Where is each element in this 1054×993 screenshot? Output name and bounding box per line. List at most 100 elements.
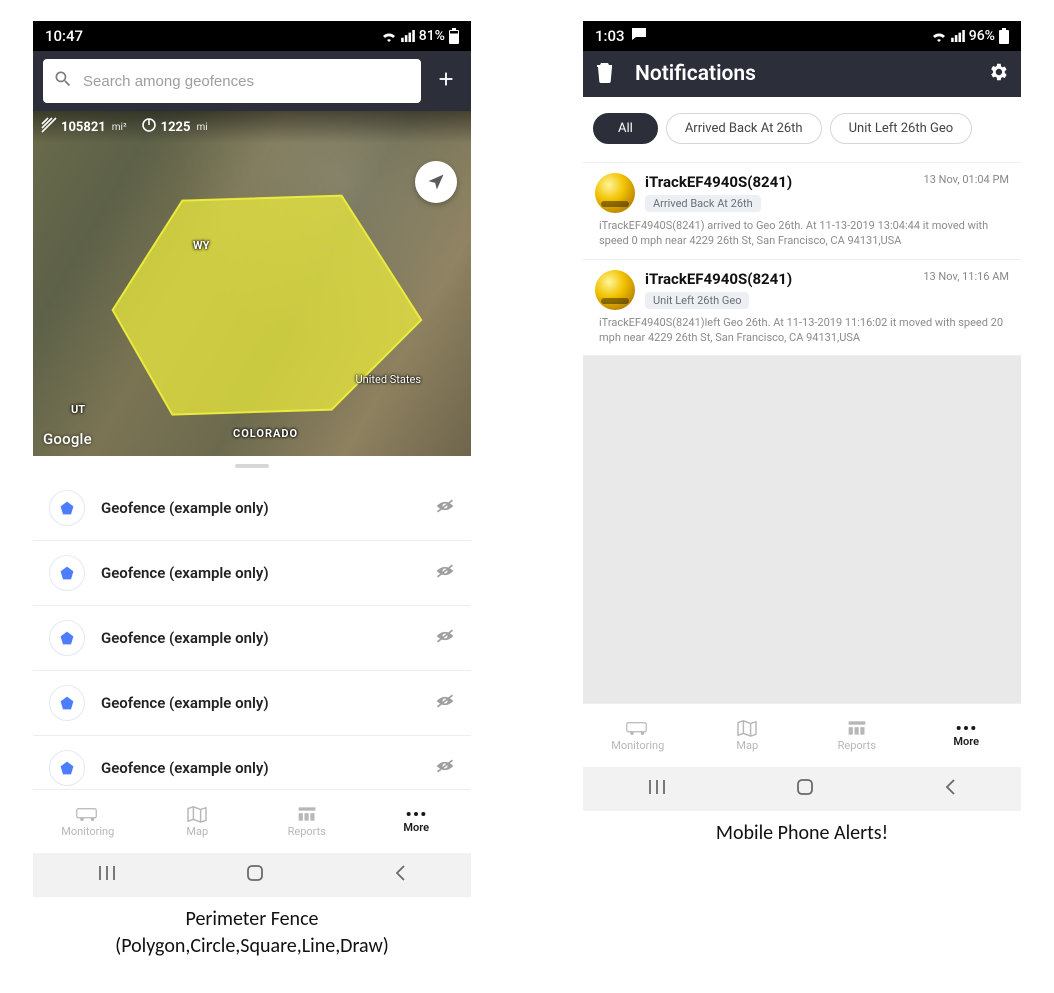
bottom-tabs: Monitoring Map Reports More [33, 789, 471, 853]
signal-icon [951, 30, 965, 42]
more-icon [405, 809, 427, 819]
page-title: Notifications [635, 62, 756, 86]
pentagon-icon [49, 555, 85, 591]
tab-monitoring-label: Monitoring [611, 739, 664, 752]
battery-text: 81% [419, 28, 445, 44]
map-icon [736, 719, 758, 737]
notifications-list[interactable]: iTrackEF4940S(8241) 13 Nov, 01:04 PM Arriv… [583, 163, 1021, 703]
visibility-off-icon[interactable] [435, 757, 455, 779]
tab-more-label: More [953, 735, 979, 748]
geofence-item[interactable]: Geofence (example only) [33, 541, 471, 606]
geofence-polygon [33, 111, 471, 454]
chip-all[interactable]: All [593, 113, 658, 144]
geofence-name: Geofence (example only) [101, 564, 269, 582]
my-location-button[interactable] [415, 161, 457, 203]
nav-recents[interactable] [97, 864, 117, 886]
tab-map-label: Map [186, 825, 208, 838]
tab-monitoring[interactable]: Monitoring [583, 704, 693, 767]
tab-reports[interactable]: Reports [252, 790, 362, 853]
geofence-name: Geofence (example only) [101, 759, 269, 777]
visibility-off-icon[interactable] [435, 692, 455, 714]
chip-arrived[interactable]: Arrived Back At 26th [666, 113, 822, 144]
visibility-off-icon[interactable] [435, 627, 455, 649]
phone-notifications: 1:03 96% Notifications [582, 20, 1022, 812]
nav-recents[interactable] [647, 778, 667, 800]
delete-button[interactable] [595, 61, 615, 87]
geofence-item[interactable]: Geofence (example only) [33, 606, 471, 671]
pentagon-icon [49, 685, 85, 721]
battery-icon [449, 28, 459, 44]
status-time: 1:03 [595, 27, 625, 45]
map-stats: 105821 mi² 1225 mi [33, 111, 471, 143]
map-label-colorado: COLORADO [233, 427, 298, 440]
reports-icon [847, 719, 867, 737]
pentagon-icon [49, 490, 85, 526]
battery-text: 96% [969, 28, 995, 44]
filter-chips: All Arrived Back At 26th Unit Left 26th … [583, 97, 1021, 163]
tab-more[interactable]: More [912, 704, 1022, 767]
nav-back[interactable] [943, 777, 957, 801]
tab-reports[interactable]: Reports [802, 704, 912, 767]
nav-back[interactable] [393, 863, 407, 887]
bottom-tabs: Monitoring Map Reports More [583, 703, 1021, 767]
statusbar: 1:03 96% [583, 21, 1021, 51]
drag-handle[interactable] [33, 456, 471, 476]
geofence-item[interactable]: Geofence (example only) [33, 671, 471, 736]
appbar [33, 51, 471, 111]
map-icon [186, 805, 208, 823]
add-geofence-button[interactable] [431, 68, 461, 94]
chat-icon [631, 27, 647, 45]
map-area[interactable]: 105821 mi² 1225 mi WY UT COL [33, 111, 471, 456]
statusbar: 10:47 81% [33, 21, 471, 51]
notification-card[interactable]: iTrackEF4940S(8241) 13 Nov, 01:04 PM Arriv… [583, 163, 1021, 260]
visibility-off-icon[interactable] [435, 497, 455, 519]
nav-home[interactable] [245, 863, 265, 887]
geofence-name: Geofence (example only) [101, 499, 269, 517]
notification-timestamp: 13 Nov, 01:04 PM [924, 173, 1009, 186]
area-value: 105821 [61, 120, 106, 135]
tab-more-label: More [403, 821, 429, 834]
tab-map[interactable]: Map [693, 704, 803, 767]
search-input[interactable] [81, 72, 411, 91]
notification-timestamp: 13 Nov, 11:16 AM [923, 270, 1009, 283]
geofence-item[interactable]: Geofence (example only) [33, 736, 471, 789]
wifi-icon [931, 30, 947, 42]
map-label-ut: UT [71, 403, 85, 416]
notification-body: iTrackEF4940S(8241)left Geo 26th. At 11-… [595, 316, 1009, 346]
caption-right: Mobile Phone Alerts! [582, 820, 1022, 847]
search-icon [53, 69, 73, 93]
android-nav [583, 767, 1021, 811]
geofence-item[interactable]: Geofence (example only) [33, 476, 471, 541]
notification-title: iTrackEF4940S(8241) [645, 173, 792, 191]
nav-home[interactable] [795, 777, 815, 801]
wifi-icon [381, 30, 397, 42]
chip-left[interactable]: Unit Left 26th Geo [830, 113, 973, 144]
caption-left: Perimeter Fence (Polygon,Circle,Square,L… [32, 906, 472, 960]
search-box[interactable] [43, 59, 421, 103]
area-unit: mi² [112, 122, 127, 133]
geofence-list[interactable]: Geofence (example only)Geofence (example… [33, 476, 471, 789]
tab-map-label: Map [736, 739, 758, 752]
tab-reports-label: Reports [288, 825, 326, 838]
tab-monitoring[interactable]: Monitoring [33, 790, 143, 853]
map-label-us: United States [356, 373, 421, 386]
pentagon-icon [49, 750, 85, 786]
settings-button[interactable] [987, 61, 1009, 87]
vehicle-icon [595, 173, 635, 213]
reports-icon [297, 805, 317, 823]
tab-more[interactable]: More [362, 790, 472, 853]
perimeter-unit: mi [196, 122, 207, 133]
notification-tag: Arrived Back At 26th [645, 195, 761, 212]
google-logo: Google [43, 430, 92, 448]
perimeter-icon [141, 117, 157, 137]
android-nav [33, 853, 471, 897]
area-icon [41, 117, 57, 137]
bus-icon [626, 719, 650, 737]
tab-map[interactable]: Map [143, 790, 253, 853]
status-time: 10:47 [45, 27, 83, 45]
tab-monitoring-label: Monitoring [61, 825, 114, 838]
visibility-off-icon[interactable] [435, 562, 455, 584]
perimeter-value: 1225 [161, 120, 191, 135]
notification-card[interactable]: iTrackEF4940S(8241)13 Nov, 11:16 AMUnit … [583, 260, 1021, 357]
notification-body: iTrackEF4940S(8241) arrived to Geo 26th.… [595, 219, 1009, 249]
